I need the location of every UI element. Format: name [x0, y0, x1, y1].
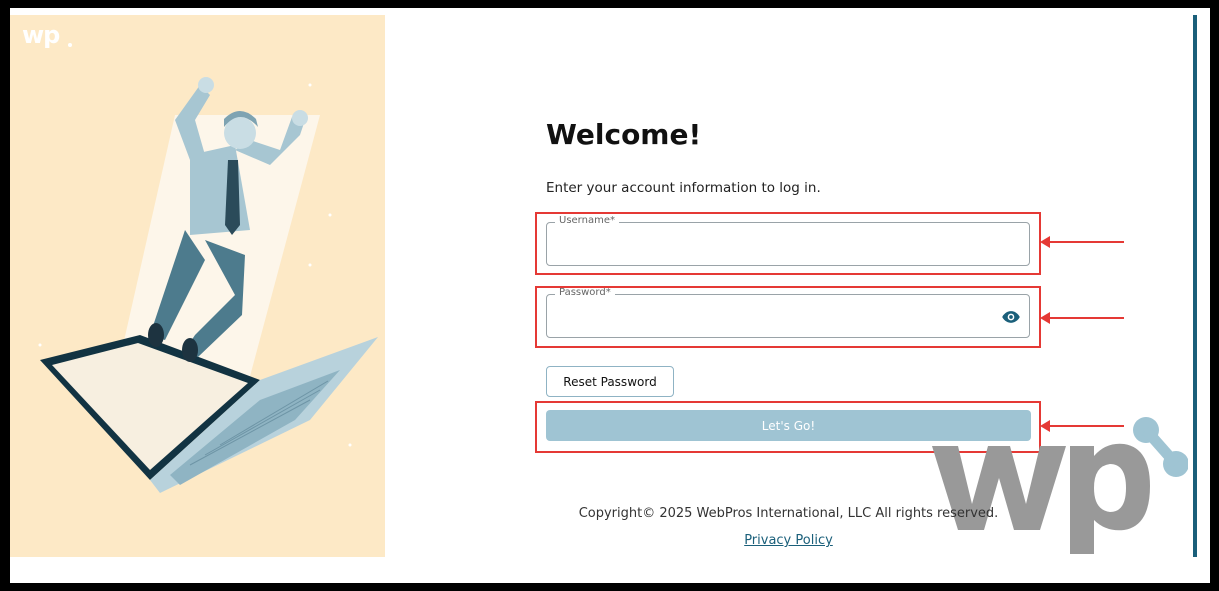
right-accent-border — [1193, 15, 1197, 557]
login-instructions: Enter your account information to log in… — [546, 180, 821, 196]
password-highlight-box — [535, 286, 1041, 348]
login-page: wp Welcome! Enter your account informati… — [10, 8, 1210, 583]
reset-password-button[interactable]: Reset Password — [546, 366, 674, 397]
password-arrow-icon — [1040, 312, 1124, 324]
page-title: Welcome! — [546, 118, 702, 151]
username-arrow-icon — [1040, 236, 1124, 248]
jumping-man-laptop-image — [38, 43, 378, 493]
wp-corner-logo: wp — [22, 21, 60, 49]
hero-illustration: wp — [10, 15, 385, 557]
copyright-text: Copyright© 2025 WebPros International, L… — [578, 506, 999, 521]
privacy-policy-link[interactable]: Privacy Policy — [546, 533, 1031, 548]
username-highlight-box — [535, 212, 1041, 275]
